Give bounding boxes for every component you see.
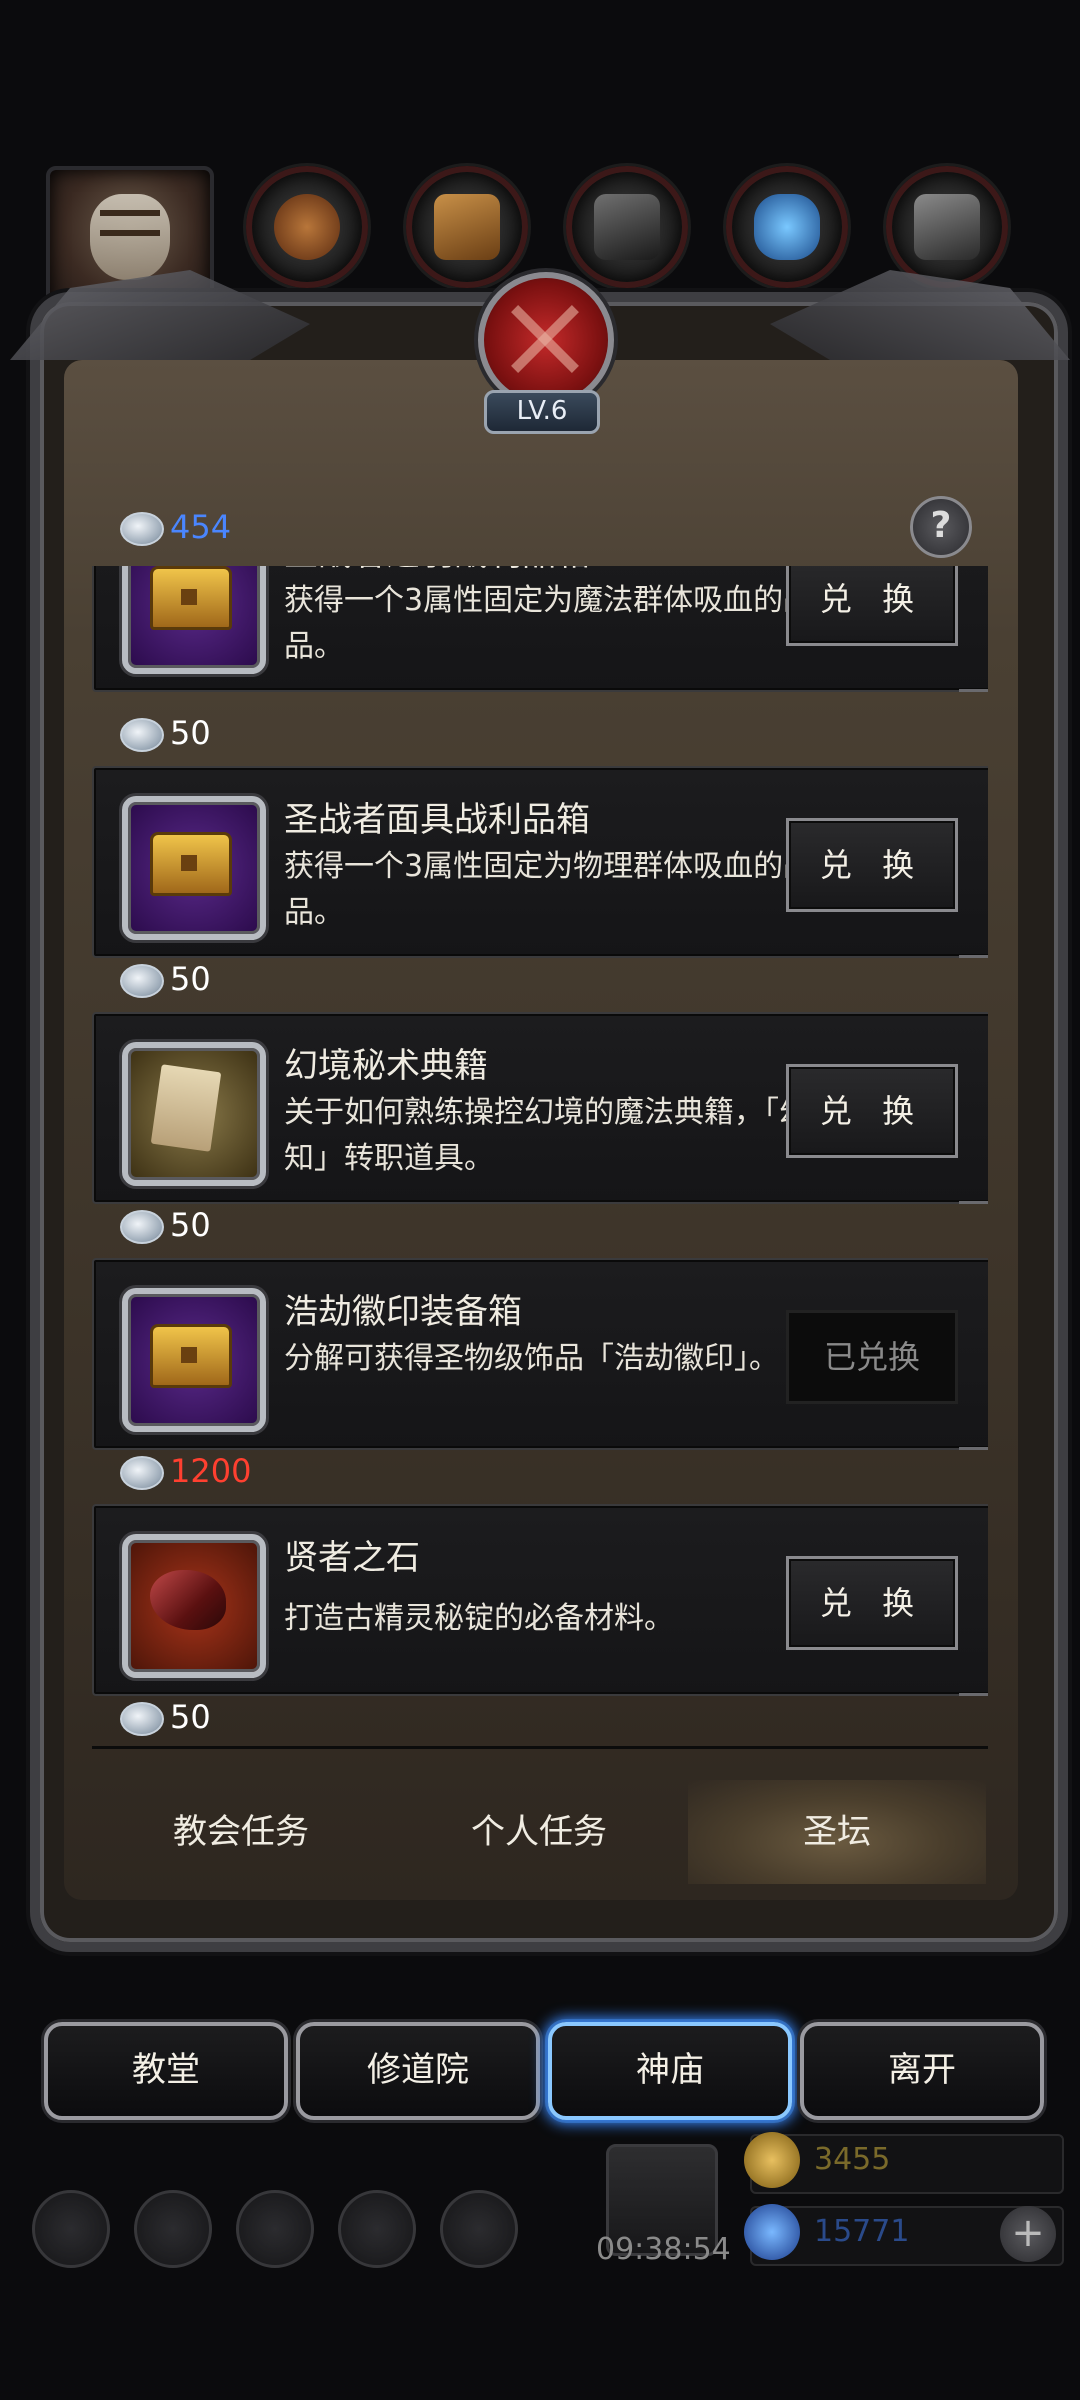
- shop-icon[interactable]: [236, 2190, 314, 2268]
- ore-icon[interactable]: [886, 166, 1008, 288]
- frame-ornament-right: [770, 270, 1070, 360]
- lumber-icon[interactable]: [406, 166, 528, 288]
- balance-value: 454: [170, 508, 232, 546]
- tab-altar[interactable]: 圣坛: [688, 1780, 986, 1884]
- list-item: 圣战者之羽战利品箱 获得一个3属性固定为魔法群体吸血的战利品。 兑 换: [92, 566, 988, 692]
- tab-church-quests[interactable]: 教会任务: [92, 1780, 390, 1884]
- stone-icon: [122, 1534, 266, 1678]
- silver-coin-icon: [120, 964, 164, 998]
- nav-temple-button[interactable]: 神庙: [548, 2022, 792, 2120]
- help-button[interactable]: ?: [910, 496, 972, 558]
- exchange-button[interactable]: 兑 换: [786, 1064, 958, 1158]
- item-name: 贤者之石: [284, 1538, 420, 1578]
- nav-monastery-button[interactable]: 修道院: [296, 2022, 540, 2120]
- item-name: 幻境秘术典籍: [284, 1046, 488, 1086]
- item-name: 圣战者之羽战利品箱: [284, 566, 590, 575]
- tab-bar: 教会任务 个人任务 圣坛: [92, 1780, 988, 1884]
- scroll-icon: [122, 1042, 266, 1186]
- gem-icon: [744, 2204, 800, 2260]
- silver-coin-icon: [120, 1702, 164, 1736]
- level-badge: LV.6: [484, 390, 600, 434]
- settings-icon[interactable]: [32, 2190, 110, 2268]
- item-name: 圣战者面具战利品箱: [284, 800, 590, 840]
- gold-value: 3455: [814, 2142, 891, 2177]
- silver-coin-icon: [120, 1210, 164, 1244]
- faction-emblem-icon: [478, 272, 614, 408]
- chest-icon: [122, 566, 266, 674]
- silver-coin-icon: [120, 1456, 164, 1490]
- list-item: 幻境秘术典籍 关于如何熟练操控幻境的魔法典籍，「幻境先知」转职道具。 兑 换: [92, 1012, 988, 1204]
- list-item: 圣战者面具战利品箱 获得一个3属性固定为物理群体吸血的战利品。 兑 换: [92, 766, 988, 958]
- exchange-list[interactable]: 圣战者之羽战利品箱 获得一个3属性固定为魔法群体吸血的战利品。 兑 换 50 圣…: [92, 566, 988, 1746]
- tab-personal-quests[interactable]: 个人任务: [390, 1780, 688, 1884]
- iron-icon[interactable]: [566, 166, 688, 288]
- nav-leave-button[interactable]: 离开: [800, 2022, 1044, 2120]
- add-currency-button[interactable]: +: [1000, 2206, 1056, 2262]
- nav-church-button[interactable]: 教堂: [44, 2022, 288, 2120]
- wood-icon[interactable]: [246, 166, 368, 288]
- chest-icon: [122, 1288, 266, 1432]
- item-name: 浩劫徽印装备箱: [284, 1292, 522, 1332]
- exchange-button[interactable]: 兑 换: [786, 1556, 958, 1650]
- gem-value: 15771: [814, 2214, 910, 2249]
- exchange-button[interactable]: 兑 换: [786, 818, 958, 912]
- crystal-icon[interactable]: [726, 166, 848, 288]
- gold-coin-icon: [744, 2132, 800, 2188]
- silver-coin-icon: [120, 718, 164, 752]
- mail-icon[interactable]: [338, 2190, 416, 2268]
- exchanged-button: 已兑换: [786, 1310, 958, 1404]
- star-icon[interactable]: [134, 2190, 212, 2268]
- exchange-button[interactable]: 兑 换: [786, 566, 958, 646]
- list-item: 贤者之石 打造古精灵秘锭的必备材料。 兑 换: [92, 1504, 988, 1696]
- gift-timer: 09:38:54: [596, 2232, 731, 2267]
- silver-coin-icon: [120, 512, 164, 546]
- list-item: 浩劫徽印装备箱 分解可获得圣物级饰品「浩劫徽印」。 已兑换: [92, 1258, 988, 1450]
- chest-icon: [122, 796, 266, 940]
- divider: [92, 1746, 988, 1749]
- handshake-icon[interactable]: [440, 2190, 518, 2268]
